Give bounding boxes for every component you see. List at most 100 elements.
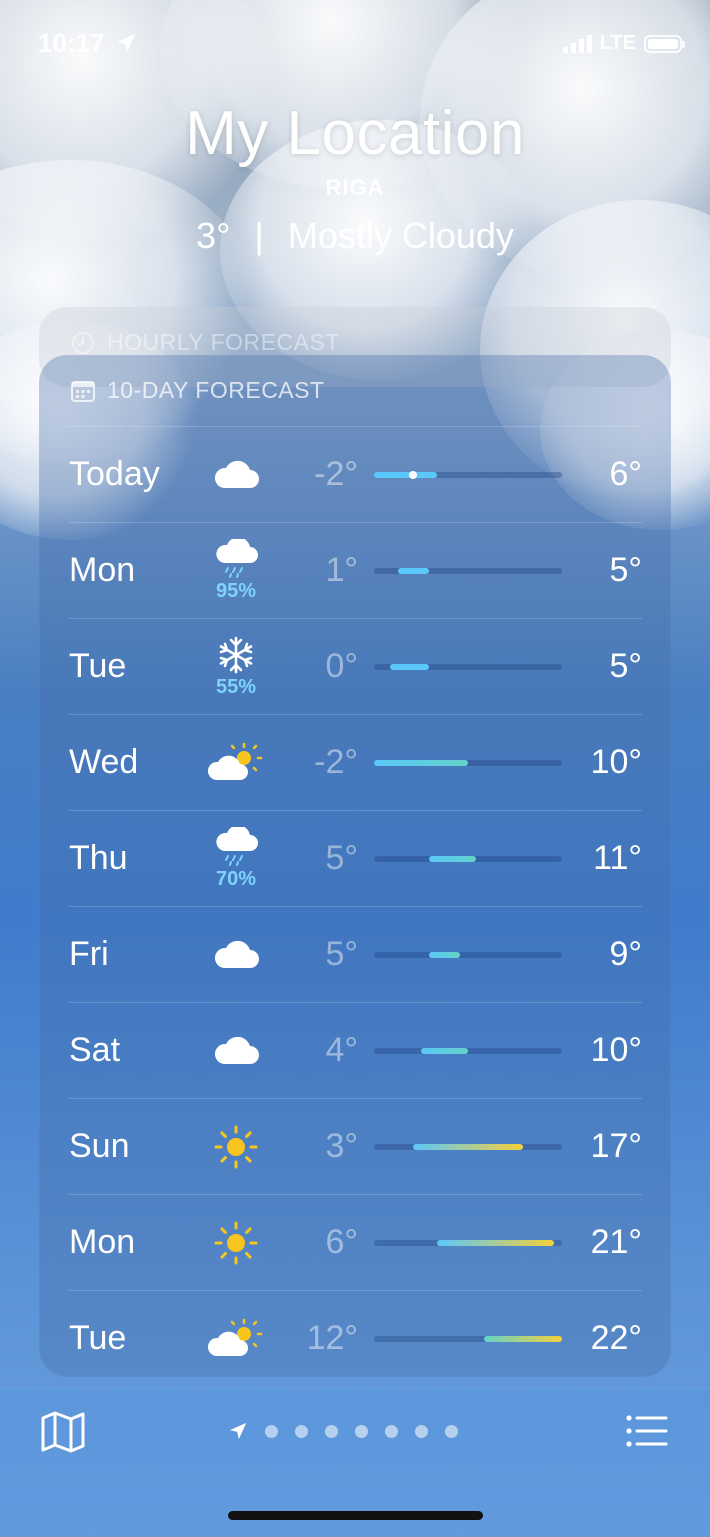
low-temperature: -2° <box>314 455 358 493</box>
snowflake-icon: 55% <box>208 619 264 714</box>
forecast-row[interactable]: Tue 55% 0° 5° <box>68 618 642 714</box>
current-temperature: 3° <box>196 215 231 256</box>
forecast-row[interactable]: Mon 6° 21° <box>68 1194 642 1290</box>
high-temperature: 9° <box>609 935 642 973</box>
page-indicator[interactable] <box>228 1421 458 1441</box>
forecast-day: Thu <box>69 839 128 877</box>
forecast-day: Tue <box>69 1319 127 1357</box>
home-indicator[interactable] <box>228 1511 483 1520</box>
forecast-day: Mon <box>69 551 136 589</box>
condition-text: Mostly Cloudy <box>287 215 514 256</box>
high-temperature: 6° <box>609 455 642 493</box>
temperature-range-fill <box>413 1144 523 1150</box>
low-temperature: 1° <box>325 551 358 589</box>
cloud-icon <box>208 907 264 1002</box>
hourly-forecast-label: HOURLY FORECAST <box>107 329 340 355</box>
high-temperature: 10° <box>590 743 642 781</box>
forecast-row[interactable]: Sat 4° 10° <box>68 1002 642 1098</box>
temperature-range-bar <box>374 1048 562 1054</box>
forecast-row[interactable]: Sun 3° 17° <box>68 1098 642 1194</box>
high-temperature: 5° <box>609 551 642 589</box>
list-icon[interactable] <box>626 1415 668 1447</box>
forecast-day: Sat <box>69 1031 121 1069</box>
network-type: LTE <box>599 32 636 54</box>
temperature-range-bar <box>374 856 562 862</box>
temperature-range-bar <box>374 664 562 670</box>
forecast-rows: Today -2° 6° Mon 95% 1° 5° Tue 55% 0° 5° Wed -2° 10° T… <box>68 426 642 1386</box>
temperature-range-fill <box>389 664 429 670</box>
rain-cloud-icon: 95% <box>208 523 264 618</box>
high-temperature: 17° <box>590 1127 642 1165</box>
current-location-arrow-icon <box>229 1422 247 1440</box>
low-temperature: 4° <box>325 1031 358 1069</box>
location-header: My Location RIGA 3° | Mostly Cloudy <box>0 98 710 257</box>
forecast-day: Today <box>69 455 160 493</box>
high-temperature: 11° <box>593 839 642 877</box>
page-dot <box>385 1424 398 1438</box>
precipitation-chance: 55% <box>215 675 257 698</box>
partly-sunny-icon <box>208 1291 264 1386</box>
temperature-range-bar <box>374 1336 562 1342</box>
low-temperature: 0° <box>325 647 358 685</box>
sun-icon <box>208 1195 264 1290</box>
high-temperature: 22° <box>590 1319 642 1357</box>
page-dot <box>265 1424 278 1438</box>
location-title: My Location <box>185 99 525 168</box>
precipitation-chance: 70% <box>215 867 257 890</box>
forecast-row[interactable]: Today -2° 6° <box>68 426 642 522</box>
rain-cloud-icon: 70% <box>208 811 264 906</box>
precipitation-chance: 95% <box>215 579 257 602</box>
forecast-row[interactable]: Mon 95% 1° 5° <box>68 522 642 618</box>
forecast-row[interactable]: Fri 5° 9° <box>68 906 642 1002</box>
page-dot <box>325 1424 338 1438</box>
location-arrow-icon <box>117 34 135 52</box>
partly-sunny-icon <box>208 715 264 810</box>
map-icon[interactable] <box>40 1411 86 1453</box>
calendar-icon <box>71 380 95 402</box>
temperature-range-fill <box>428 856 476 862</box>
temperature-range-fill <box>374 760 468 766</box>
city-name: RIGA <box>325 175 385 200</box>
low-temperature: 5° <box>325 839 358 877</box>
forecast-day: Sun <box>69 1127 130 1165</box>
forecast-day: Fri <box>69 935 109 973</box>
temperature-range-fill <box>421 1048 468 1054</box>
status-bar: 10:17 LTE <box>0 24 710 64</box>
cellular-signal-icon <box>562 34 592 53</box>
high-temperature: 10° <box>590 1031 642 1069</box>
temperature-range-fill <box>436 1240 555 1246</box>
temperature-range-bar <box>374 760 562 766</box>
sun-icon <box>208 1099 264 1194</box>
temperature-range-fill <box>374 472 437 478</box>
low-temperature: 12° <box>306 1319 358 1357</box>
ten-day-forecast-card[interactable]: 10-DAY FORECAST Today -2° 6° Mon 95% 1° 5° Tue 5… <box>39 355 671 1377</box>
low-temperature: -2° <box>314 743 358 781</box>
temperature-range-bar <box>374 471 562 479</box>
temperature-range-fill <box>397 568 429 574</box>
temperature-range-bar <box>374 1240 562 1246</box>
high-temperature: 21° <box>590 1223 642 1261</box>
page-dot <box>295 1424 308 1438</box>
low-temperature: 6° <box>325 1223 358 1261</box>
high-temperature: 5° <box>609 647 642 685</box>
low-temperature: 3° <box>325 1127 358 1165</box>
forecast-row[interactable]: Tue 12° 22° <box>68 1290 642 1386</box>
cloud-icon <box>208 427 264 522</box>
clock-icon <box>72 331 94 354</box>
forecast-row[interactable]: Thu 70% 5° 11° <box>68 810 642 906</box>
forecast-day: Mon <box>69 1223 136 1261</box>
page-dot <box>355 1424 368 1438</box>
page-dot <box>445 1424 458 1438</box>
temperature-range-bar <box>374 568 562 574</box>
temperature-range-bar <box>374 952 562 958</box>
current-conditions: 3° | Mostly Cloudy <box>0 215 710 257</box>
forecast-day: Wed <box>69 743 139 781</box>
temperature-range-bar <box>374 1144 562 1150</box>
status-time: 10:17 <box>38 28 105 58</box>
page-dot <box>415 1424 428 1438</box>
forecast-row[interactable]: Wed -2° 10° <box>68 714 642 810</box>
conditions-separator: | <box>254 215 264 256</box>
temperature-range-fill <box>483 1336 562 1342</box>
battery-icon <box>644 34 685 53</box>
cloud-icon <box>208 1003 264 1098</box>
